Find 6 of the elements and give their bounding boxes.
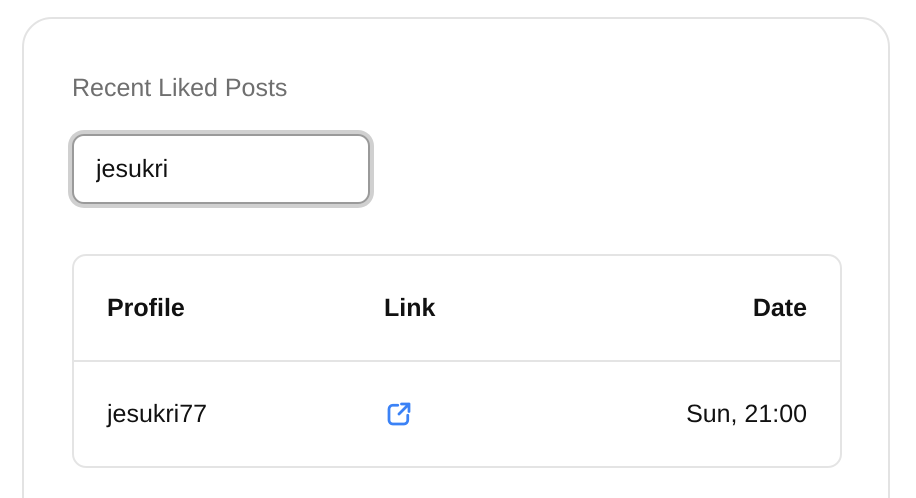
column-header: Date <box>752 293 807 323</box>
column-header: Link <box>384 293 436 323</box>
table-cell: Sun, 21:00 <box>686 399 807 429</box>
section-title: Recent Liked Posts <box>72 73 288 104</box>
table-cell-text: jesukri77 <box>107 399 208 429</box>
column-header: Profile <box>107 293 186 323</box>
